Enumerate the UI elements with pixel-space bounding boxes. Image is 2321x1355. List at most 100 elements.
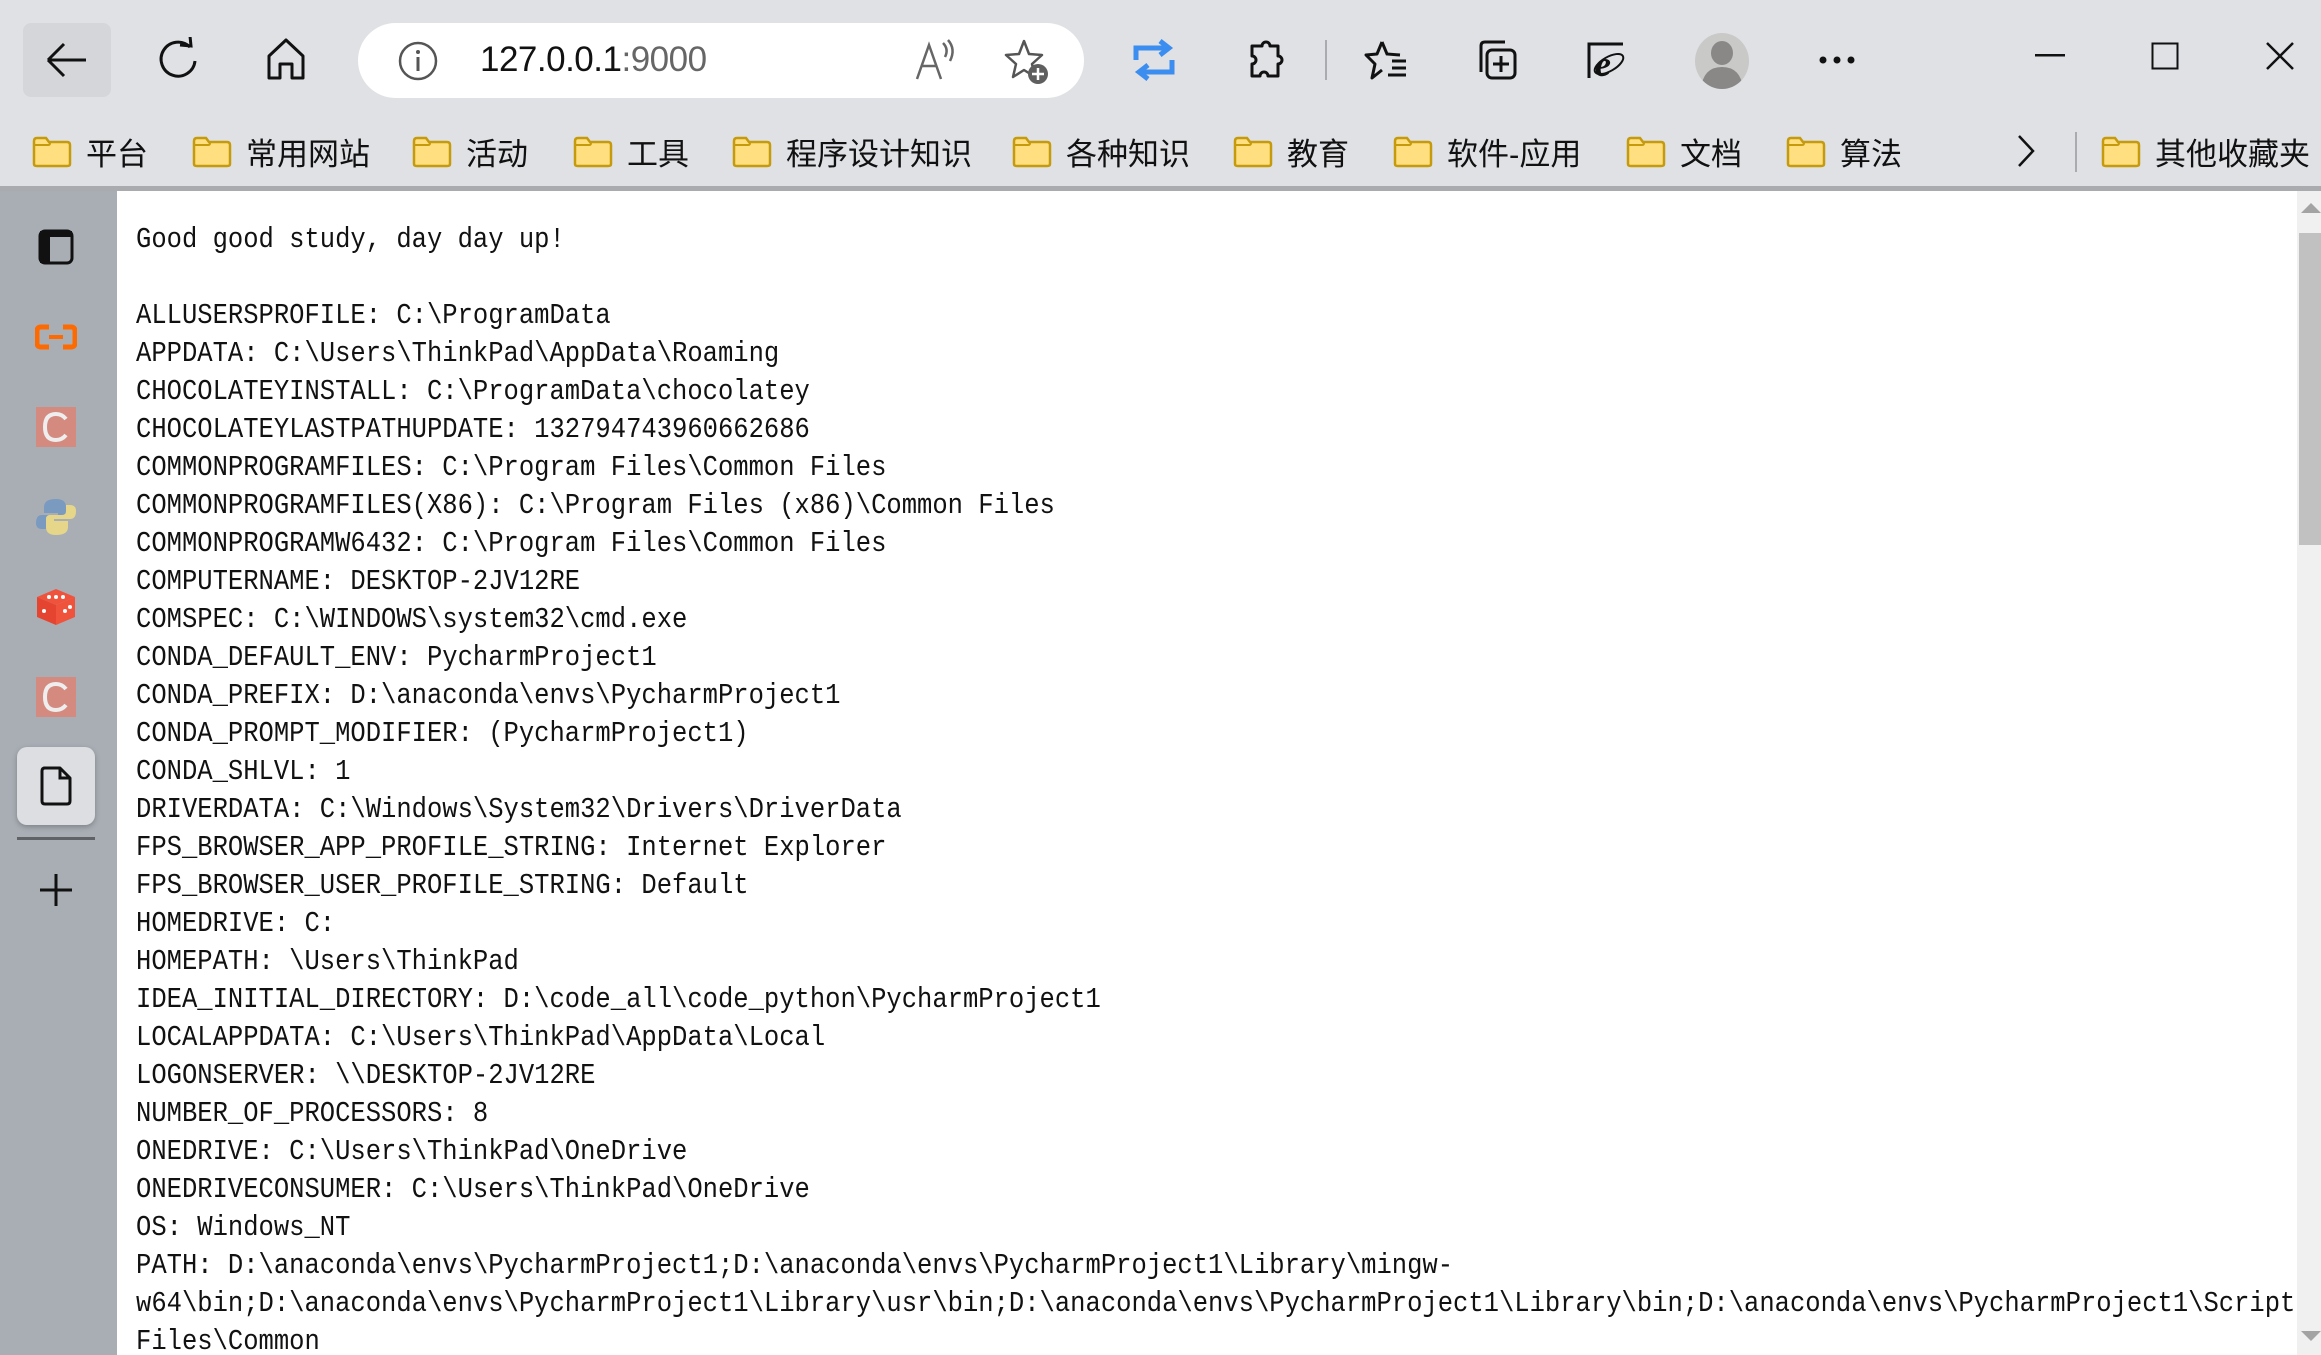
bookmark-label: 常用网站 — [246, 136, 370, 172]
url-text[interactable]: 127.0.0.1:9000 — [480, 40, 707, 80]
folder-icon — [192, 136, 232, 167]
bookmarks-overflow-button[interactable] — [2015, 126, 2037, 176]
minimize-button[interactable] — [2015, 26, 2085, 86]
env-var-line: FPS_BROWSER_USER_PROFILE_STRING: Default — [136, 869, 749, 902]
bookmark-folder[interactable]: 活动 — [412, 126, 528, 176]
favorites-button[interactable] — [1343, 23, 1431, 97]
home-button[interactable] — [242, 23, 330, 97]
bookmarks-bar: 平台 常用网站 活动 工具 程序设计知识 各种知识 教育 软件-应用 文档 算法… — [0, 118, 2321, 188]
folder-icon — [1626, 136, 1666, 167]
python-icon — [36, 499, 76, 535]
env-var-line: PATH: D:\anaconda\envs\PycharmProject1;D… — [136, 1249, 2297, 1355]
back-icon — [46, 42, 86, 78]
csdn-icon — [36, 407, 76, 447]
env-var-line: DRIVERDATA: C:\Windows\System32\Drivers\… — [136, 793, 902, 826]
folder-icon — [1786, 136, 1826, 167]
collections-icon — [1479, 40, 1517, 80]
sidebar-item-dice-game[interactable] — [17, 568, 95, 646]
env-var-line: CONDA_SHLVL: 1 — [136, 755, 351, 788]
read-aloud-icon[interactable] — [914, 39, 958, 81]
env-var-line: OS: Windows_NT — [136, 1211, 351, 1244]
env-var-line: COMMONPROGRAMW6432: C:\Program Files\Com… — [136, 527, 887, 560]
more-button[interactable] — [1793, 23, 1881, 97]
bookmark-folder[interactable]: 软件-应用 — [1393, 126, 1581, 176]
chevron-right-icon — [2018, 135, 2035, 167]
page-content: Good good study, day day up! ALLUSERSPRO… — [117, 191, 2297, 1355]
folder-icon — [1012, 136, 1052, 167]
env-var-line: HOMEDRIVE: C: — [136, 907, 336, 940]
env-var-line: IDEA_INITIAL_DIRECTORY: D:\code_all\code… — [136, 983, 1101, 1016]
profile-icon — [1701, 41, 1743, 89]
greeting-text: Good good study, day day up! — [136, 223, 565, 256]
minimize-icon — [2035, 54, 2065, 57]
other-favorites-folder[interactable]: 其他收藏夹 — [2101, 126, 2310, 176]
csdn-icon — [36, 677, 76, 717]
close-button[interactable] — [2245, 26, 2315, 86]
bookmark-label: 教育 — [1287, 136, 1349, 172]
env-var-list: ALLUSERSPROFILE: C:\ProgramData APPDATA:… — [136, 299, 2297, 1355]
bookmark-folder[interactable]: 各种知识 — [1012, 126, 1190, 176]
scroll-down-arrow-icon[interactable] — [2301, 1331, 2321, 1341]
env-var-line: CHOCOLATEYINSTALL: C:\ProgramData\chocol… — [136, 375, 810, 408]
bookmark-folder[interactable]: 程序设计知识 — [732, 126, 972, 176]
ie-mode-button[interactable]: e — [1563, 23, 1651, 97]
maximize-icon — [2151, 42, 2179, 70]
env-var-line: COMMONPROGRAMFILES(X86): C:\Program File… — [136, 489, 1055, 522]
ie-mode-icon: e — [1587, 42, 1625, 82]
vertical-scrollbar[interactable] — [2297, 191, 2321, 1355]
dice-icon — [37, 589, 75, 625]
bookmark-folder[interactable]: 教育 — [1233, 126, 1349, 176]
address-bar[interactable]: 127.0.0.1:9000 — [358, 23, 1084, 98]
sidebar-item-csdn-2[interactable] — [17, 658, 95, 736]
site-info-icon[interactable] — [398, 41, 438, 81]
more-icon — [1819, 56, 1855, 64]
sidebar-item-csdn-1[interactable] — [17, 388, 95, 466]
folder-icon — [32, 136, 72, 167]
env-var-line: CHOCOLATEYLASTPATHUPDATE: 13279474396066… — [136, 413, 810, 446]
close-icon — [2266, 42, 2294, 70]
sidebar-item-alibaba-cloud[interactable] — [17, 298, 95, 376]
env-var-line: COMMONPROGRAMFILES: C:\Program Files\Com… — [136, 451, 887, 484]
document-icon — [40, 766, 72, 806]
toolbar-divider — [1325, 40, 1327, 80]
scroll-thumb[interactable] — [2299, 233, 2321, 545]
add-favorite-icon[interactable] — [1004, 38, 1052, 86]
refresh-button[interactable] — [134, 23, 222, 97]
folder-icon — [573, 136, 613, 167]
sync-button[interactable] — [1110, 23, 1198, 97]
extensions-icon — [1250, 40, 1284, 78]
scroll-up-arrow-icon[interactable] — [2301, 203, 2321, 213]
extensions-button[interactable] — [1222, 23, 1310, 97]
bookmark-folder[interactable]: 工具 — [573, 126, 689, 176]
bookmark-label: 算法 — [1840, 136, 1902, 172]
bookmark-label: 其他收藏夹 — [2155, 136, 2310, 172]
env-output: Good good study, day day up! ALLUSERSPRO… — [136, 221, 2297, 1355]
url-port: :9000 — [621, 40, 707, 79]
vertical-sidebar — [0, 191, 117, 1355]
bookmarks-divider — [2075, 132, 2077, 172]
bookmark-folder[interactable]: 常用网站 — [192, 126, 370, 176]
env-var-line: NUMBER_OF_PROCESSORS: 8 — [136, 1097, 489, 1130]
bookmark-label: 文档 — [1680, 136, 1742, 172]
sidebar-item-current-page[interactable] — [17, 747, 95, 825]
add-sidebar-item-button[interactable] — [17, 851, 95, 929]
url-host: 127.0.0.1 — [480, 40, 622, 79]
bookmark-folder[interactable]: 算法 — [1786, 126, 1902, 176]
bookmark-folder[interactable]: 平台 — [32, 126, 148, 176]
maximize-button[interactable] — [2130, 26, 2200, 86]
home-icon — [267, 38, 305, 80]
refresh-icon — [159, 37, 197, 78]
env-var-line: APPDATA: C:\Users\ThinkPad\AppData\Roami… — [136, 337, 780, 370]
sync-icon — [1133, 39, 1175, 81]
env-var-line: LOCALAPPDATA: C:\Users\ThinkPad\AppData\… — [136, 1021, 826, 1054]
bookmark-folder[interactable]: 文档 — [1626, 126, 1742, 176]
env-var-line: CONDA_DEFAULT_ENV: PycharmProject1 — [136, 641, 657, 674]
sidebar-item-python[interactable] — [17, 478, 95, 556]
collections-button[interactable] — [1453, 23, 1541, 97]
profile-avatar[interactable] — [1695, 33, 1749, 89]
folder-icon — [1233, 136, 1273, 167]
bookmark-label: 平台 — [86, 136, 148, 172]
env-var-line: ONEDRIVE: C:\Users\ThinkPad\OneDrive — [136, 1135, 688, 1168]
back-button[interactable] — [23, 23, 111, 97]
tab-actions-button[interactable] — [17, 208, 95, 286]
